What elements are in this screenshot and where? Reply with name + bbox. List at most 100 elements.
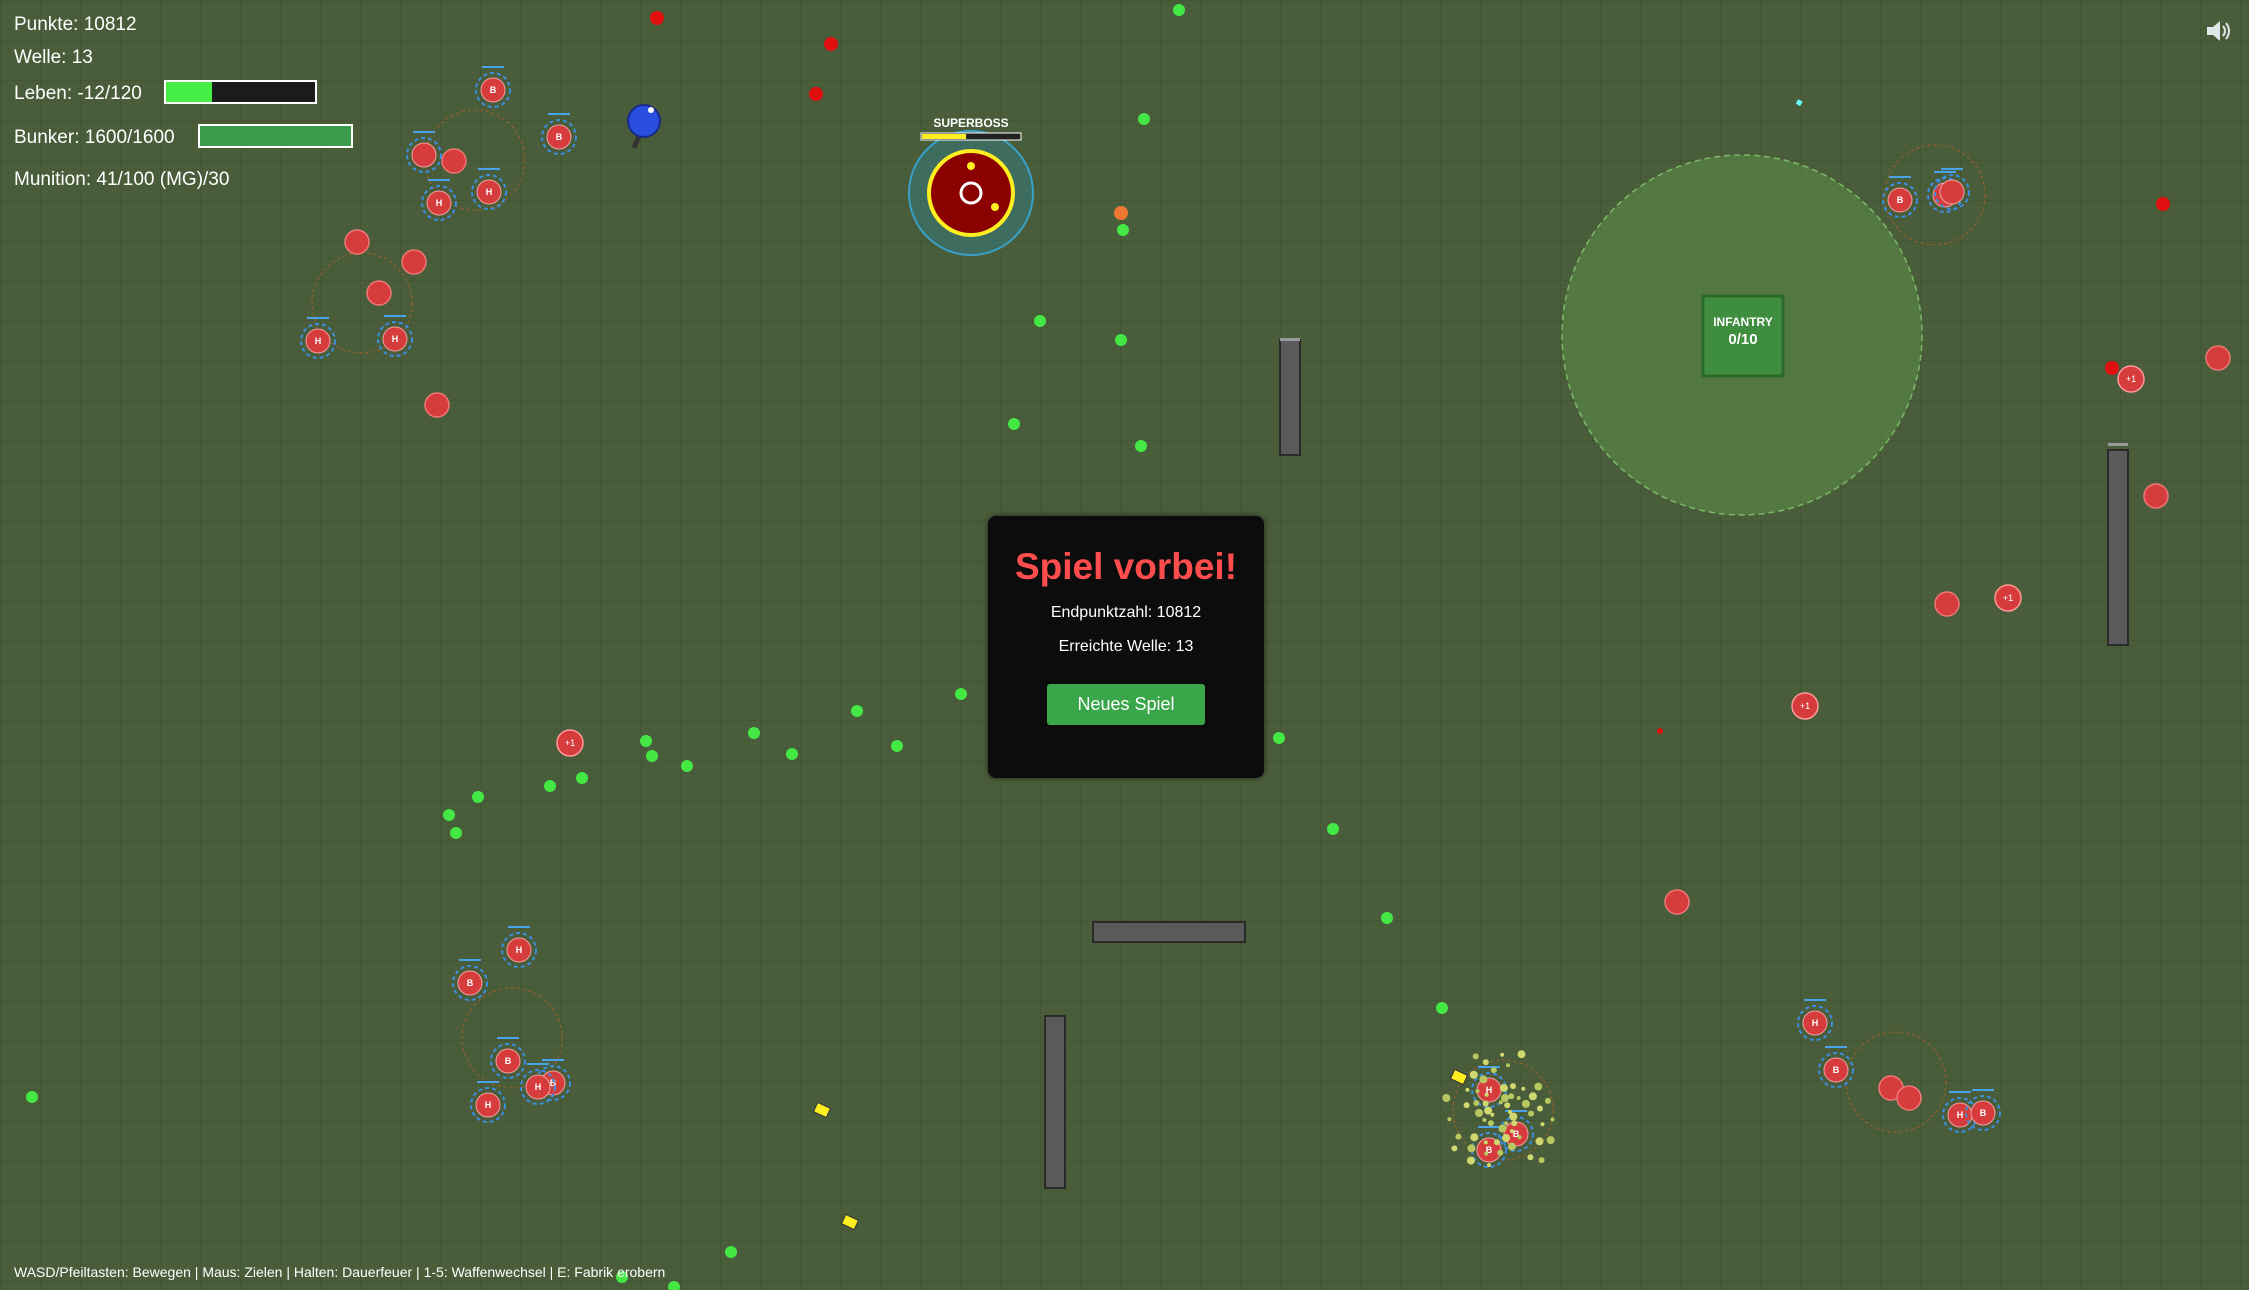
enemy bbox=[2205, 345, 2231, 371]
unit-type-label: H bbox=[1957, 1110, 1964, 1120]
wall bbox=[1044, 1015, 1066, 1189]
health-pickup bbox=[955, 688, 967, 700]
health-pickup bbox=[725, 1246, 737, 1258]
factory-type-label: INFANTRY bbox=[1713, 315, 1773, 329]
shielded-unit: H bbox=[501, 926, 537, 968]
health-pickup bbox=[1436, 1002, 1448, 1014]
factory-count-label: 0/10 bbox=[1728, 331, 1757, 348]
life-bar bbox=[164, 80, 317, 104]
explosion-particle bbox=[1470, 1133, 1479, 1142]
bonus-enemy: +1 bbox=[1994, 584, 2022, 612]
explosion-particle bbox=[1528, 1110, 1534, 1117]
explosion-particle bbox=[1487, 1163, 1491, 1168]
explosion-particle bbox=[1508, 1093, 1515, 1100]
health-pickup bbox=[443, 809, 455, 821]
score-label: Punkte: 10812 bbox=[14, 14, 137, 35]
bunker-label: Bunker: 1600/1600 bbox=[14, 127, 175, 148]
explosion-particle bbox=[1511, 1120, 1518, 1127]
explosion-particle bbox=[1505, 1063, 1510, 1068]
explosion-particle bbox=[1538, 1157, 1545, 1164]
health-pickup bbox=[1135, 440, 1147, 452]
enemy-bullet bbox=[650, 11, 664, 25]
explosion-particle bbox=[1494, 1139, 1500, 1146]
ammo-drop bbox=[1449, 1068, 1469, 1086]
health-pickup bbox=[472, 791, 484, 803]
unit-type-label: B bbox=[505, 1056, 512, 1066]
health-pickup bbox=[851, 705, 863, 717]
explosion-particle bbox=[1447, 1117, 1452, 1122]
explosion-particle bbox=[1499, 1083, 1508, 1092]
explosion-particle bbox=[1469, 1070, 1478, 1079]
wall bbox=[1279, 339, 1301, 456]
explosion-particle bbox=[1467, 1144, 1476, 1153]
wall bbox=[1092, 921, 1246, 943]
bonus-enemy: +1 bbox=[556, 729, 584, 757]
reached-wave: Erreichte Welle: 13 bbox=[1058, 638, 1194, 655]
enemy bbox=[366, 280, 392, 306]
explosion-particle bbox=[1521, 1086, 1526, 1091]
health-pickup bbox=[786, 748, 798, 760]
enemy bbox=[424, 392, 450, 418]
unit-type-label: H bbox=[535, 1082, 542, 1092]
explosion-particle bbox=[1487, 1120, 1494, 1127]
boss-eye bbox=[967, 162, 975, 170]
health-pickup bbox=[450, 827, 462, 839]
explosion-particle bbox=[1534, 1082, 1543, 1091]
unit-type-label: H bbox=[486, 187, 493, 197]
enemy-bullet bbox=[824, 37, 838, 51]
bonus-label: +1 bbox=[565, 738, 575, 748]
health-pickup bbox=[668, 1281, 680, 1290]
shielded-unit: H bbox=[300, 317, 336, 359]
marker bbox=[1795, 99, 1803, 107]
shielded-unit: H bbox=[471, 168, 507, 210]
bunker-bar-fill bbox=[200, 126, 351, 146]
shielded-unit: H bbox=[377, 315, 413, 357]
explosion-particle bbox=[1516, 1096, 1521, 1100]
explosion-particle bbox=[1472, 1053, 1479, 1060]
unit-type-label: B bbox=[467, 978, 474, 988]
speaker-icon[interactable] bbox=[2204, 18, 2232, 44]
explosion-particle bbox=[1482, 1100, 1489, 1107]
unit-type-label: H bbox=[436, 198, 443, 208]
player bbox=[627, 104, 661, 149]
unit-type-label: B bbox=[1897, 195, 1904, 205]
health-pickup bbox=[1273, 732, 1285, 744]
shielded-unit: B bbox=[475, 66, 511, 108]
explosion-particle bbox=[1498, 1124, 1507, 1133]
explosion-particle bbox=[1497, 1149, 1504, 1156]
game-over-title: Spiel vorbei! bbox=[1014, 546, 1238, 587]
enemy bbox=[1664, 889, 1690, 915]
shielded-unit: B bbox=[452, 959, 488, 1001]
wall-cap bbox=[2108, 443, 2128, 446]
health-pickup bbox=[1115, 334, 1127, 346]
health-pickup bbox=[748, 727, 760, 739]
shielded-unit bbox=[406, 131, 442, 173]
explosion-particle bbox=[1465, 1087, 1470, 1092]
shielded-unit: H bbox=[470, 1081, 506, 1123]
wall bbox=[2107, 449, 2129, 646]
health-pickup bbox=[544, 780, 556, 792]
explosion-particle bbox=[1463, 1102, 1470, 1109]
health-pickup bbox=[576, 772, 588, 784]
enemy-bullet bbox=[2156, 197, 2170, 211]
unit-body bbox=[1939, 179, 1965, 205]
unit-body bbox=[411, 142, 437, 168]
controls-help: WASD/Pfeiltasten: Bewegen | Maus: Zielen… bbox=[14, 1264, 666, 1280]
explosion-particle bbox=[1546, 1136, 1555, 1145]
enemy bbox=[344, 229, 370, 255]
wave-label: Welle: 13 bbox=[14, 47, 93, 68]
explosion-particle bbox=[1521, 1099, 1530, 1108]
shielded-unit: H bbox=[421, 179, 457, 221]
health-pickup bbox=[1117, 224, 1129, 236]
new-game-button[interactable]: Neues Spiel bbox=[1047, 684, 1205, 725]
explosion-particle bbox=[1455, 1133, 1462, 1140]
explosion-particle bbox=[1502, 1134, 1511, 1142]
explosion-particle bbox=[1475, 1109, 1483, 1117]
shielded-unit: H bbox=[1797, 999, 1833, 1041]
bonus-enemy: +1 bbox=[2117, 365, 2145, 393]
explosion-particle bbox=[1475, 1089, 1480, 1094]
explosion-particle bbox=[1528, 1092, 1537, 1101]
life-label: Leben: -12/120 bbox=[14, 83, 142, 104]
infantry-factory: INFANTRY 0/10 bbox=[1701, 294, 1785, 378]
bonus-label: +1 bbox=[2003, 593, 2013, 603]
